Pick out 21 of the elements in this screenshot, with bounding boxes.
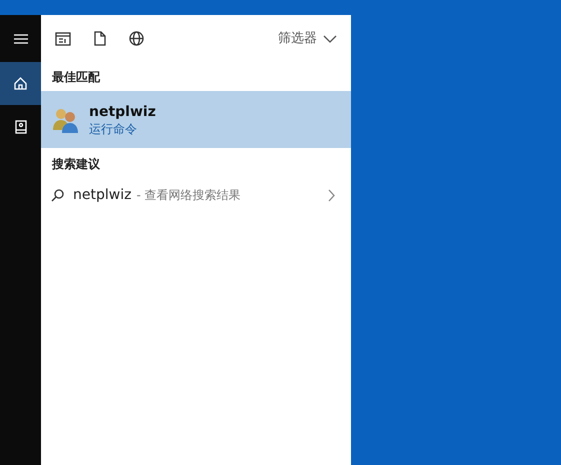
filter-dropdown[interactable]: 筛选器 [278, 28, 337, 48]
chevron-right-icon [328, 188, 335, 202]
section-heading: 最佳匹配 [51, 68, 101, 86]
best-match-result[interactable]: netplwiz 运行命令 [41, 91, 351, 148]
document-icon [94, 31, 106, 46]
home-icon [14, 77, 27, 90]
menu-icon [14, 34, 28, 44]
suggestion-query: netplwiz [73, 186, 132, 204]
section-heading: 搜索建议 [50, 156, 101, 172]
web-filter-button[interactable] [129, 31, 144, 46]
result-title: netplwiz [89, 102, 156, 120]
suggestion-description: - 查看网络搜索结果 [136, 187, 241, 204]
globe-icon [129, 31, 144, 46]
search-icon [51, 188, 64, 202]
apps-filter-button[interactable] [55, 32, 71, 46]
document-filter-button[interactable] [94, 31, 106, 46]
window-icon [55, 32, 71, 46]
chevron-down-icon [323, 34, 337, 42]
home-button[interactable] [0, 62, 41, 105]
notebook-icon [14, 120, 26, 134]
result-subtitle: 运行命令 [89, 120, 138, 136]
